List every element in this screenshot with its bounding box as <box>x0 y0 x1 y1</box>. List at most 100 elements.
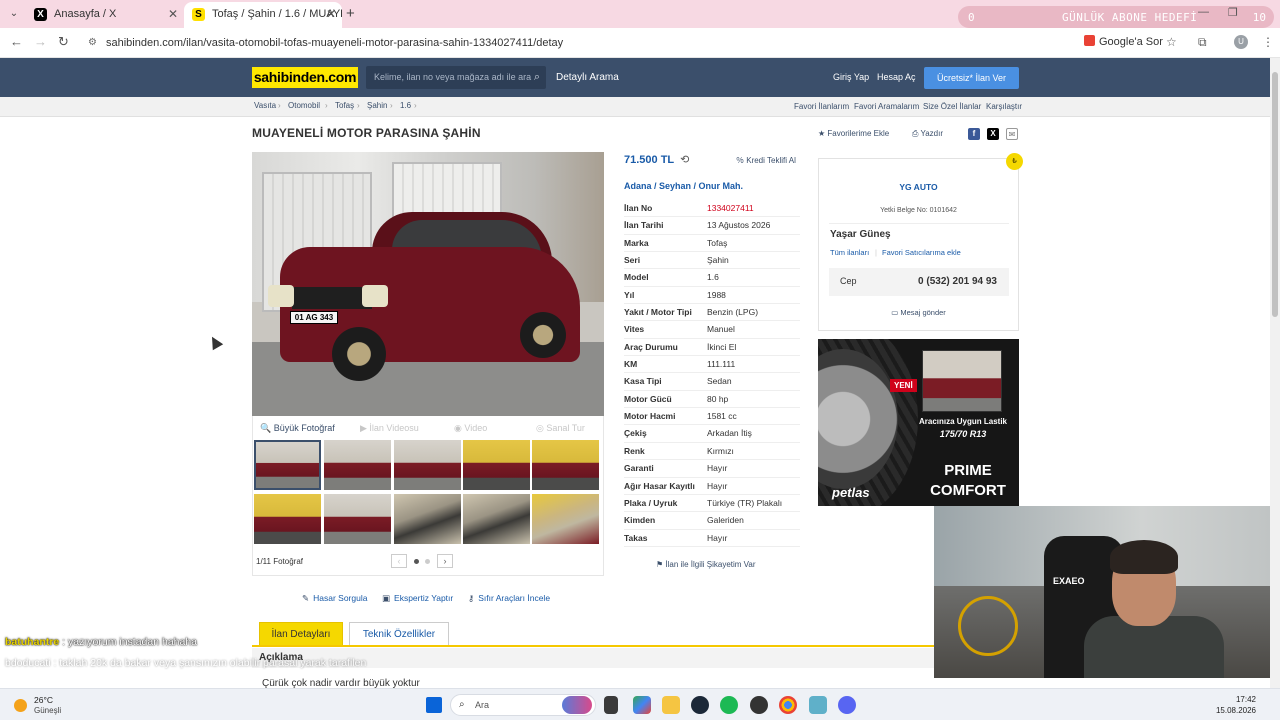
tab-sahibinden-listing[interactable]: S Tofaş / Şahin / 1.6 / MUAYENEL ✕ <box>184 2 342 28</box>
seller-name: Yaşar Güneş <box>830 229 891 240</box>
damage-check-link[interactable]: ✎ Hasar Sorgula <box>302 593 367 604</box>
close-tab-icon[interactable]: ✕ <box>326 2 336 26</box>
extensions-icon[interactable]: ⧉ <box>1198 35 1207 50</box>
tab-technical-specs[interactable]: Teknik Özellikler <box>349 622 449 646</box>
task-view-icon[interactable] <box>604 696 618 714</box>
tab-search-chevron-icon[interactable]: ⌄ <box>6 6 22 22</box>
favorite-searches-link[interactable]: Favori Aramalarım <box>854 102 919 111</box>
reload-icon[interactable]: ↻ <box>58 34 69 50</box>
site-logo[interactable]: sahibinden.com <box>252 67 358 88</box>
thumbnail[interactable] <box>463 440 530 490</box>
search-placeholder: Kelime, ilan no veya mağaza adı ile ara <box>374 72 532 82</box>
windows-start-icon[interactable] <box>426 697 442 713</box>
special-listings-link[interactable]: Size Özel İlanlar <box>923 102 981 111</box>
expertise-link[interactable]: ▣ Ekspertiz Yaptır <box>382 593 453 604</box>
spotify-icon[interactable] <box>720 696 738 714</box>
detail-value: Türkiye (TR) Plakalı <box>707 497 783 508</box>
url-field[interactable]: ⚙ sahibinden.com/ilan/vasita-otomobil-to… <box>80 32 1080 54</box>
add-to-favorites-link[interactable]: ★ Favorilerime Ekle <box>818 129 889 138</box>
back-arrow-icon[interactable]: ← <box>10 34 23 49</box>
thumbnail[interactable] <box>532 494 599 544</box>
detail-label: Yakıt / Motor Tipi <box>624 307 692 318</box>
pager-dot[interactable] <box>425 559 430 564</box>
new-tab-button[interactable]: + <box>346 5 355 22</box>
main-photo[interactable]: 01 AG 343 <box>252 152 604 416</box>
tab-listing-details[interactable]: İlan Detayları <box>259 622 343 646</box>
all-listings-link[interactable]: Tüm ilanları <box>830 248 869 257</box>
app-icon[interactable] <box>809 696 827 714</box>
widgets-icon[interactable] <box>633 696 651 714</box>
price-history-icon[interactable]: ⟲ <box>680 154 689 166</box>
scrollbar-thumb[interactable] <box>1272 72 1278 317</box>
thumbnail[interactable] <box>463 494 530 544</box>
thumbnail[interactable] <box>324 494 391 544</box>
compare-link[interactable]: Karşılaştır <box>986 102 1022 111</box>
breadcrumb-item[interactable]: Tofaş <box>335 101 354 110</box>
file-explorer-icon[interactable] <box>662 696 680 714</box>
register-link[interactable]: Hesap Aç <box>877 72 916 82</box>
detail-value: Hayır <box>707 480 728 491</box>
new-cars-link[interactable]: ⚷ Sıfır Araçları İncele <box>468 593 550 604</box>
login-link[interactable]: Giriş Yap <box>833 72 869 82</box>
send-message-link[interactable]: ▭ Mesaj gönder <box>819 308 1018 317</box>
detail-row: İlan Tarihi 13 Ağustos 2026 <box>624 217 800 235</box>
report-complaint-link[interactable]: ⚑ İlan ile İlgili Şikayetim Var <box>656 560 756 569</box>
facebook-share-icon[interactable]: f <box>968 128 980 140</box>
search-icon[interactable]: ⌕ <box>534 66 540 89</box>
store-name-link[interactable]: YG AUTO <box>819 182 1018 192</box>
thumbnail[interactable] <box>324 440 391 490</box>
copilot-icon[interactable] <box>562 696 592 714</box>
phone-number[interactable]: 0 (532) 201 94 93 <box>918 276 997 287</box>
favorite-listings-link[interactable]: Favori İlanlarım <box>794 102 849 111</box>
detail-value: Sedan <box>707 376 732 387</box>
thumbnail[interactable] <box>254 440 321 490</box>
next-photos-button[interactable]: › <box>437 554 453 568</box>
close-tab-icon[interactable]: ✕ <box>168 2 178 26</box>
favorite-seller-link[interactable]: Favori Satıcılarıma ekle <box>882 248 961 257</box>
site-search-input[interactable]: Kelime, ilan no veya mağaza adı ile ara … <box>366 66 546 89</box>
pager-dot[interactable] <box>414 559 419 564</box>
page-scrollbar[interactable] <box>1270 58 1280 688</box>
x-share-icon[interactable]: X <box>987 128 999 140</box>
detail-row: İlan No 1334027411 <box>624 200 800 218</box>
detail-row: Seri Şahin <box>624 252 800 270</box>
detail-label: Çekiş <box>624 428 647 439</box>
breadcrumb-item[interactable]: Vasıta <box>254 101 276 110</box>
profile-avatar[interactable]: U <box>1234 35 1248 49</box>
location-link[interactable]: Adana / Seyhan / Onur Mah. <box>624 181 743 191</box>
post-ad-button[interactable]: Ücretsiz* İlan Ver <box>924 67 1019 89</box>
goal-current: 0 <box>968 11 975 24</box>
detail-value: Manuel <box>707 324 735 335</box>
site-info-icon[interactable]: ⚙ <box>88 32 97 54</box>
obs-icon[interactable] <box>750 696 768 714</box>
detailed-search-link[interactable]: Detaylı Arama <box>556 72 619 83</box>
thumbnail[interactable] <box>394 494 461 544</box>
credit-offer-link[interactable]: ％ Kredi Teklifi Al <box>736 155 796 166</box>
print-link[interactable]: ⎙ Yazdır <box>912 129 943 139</box>
detail-label: Vites <box>624 324 645 335</box>
breadcrumb-item[interactable]: Otomobil <box>288 101 320 110</box>
tire-ad-banner[interactable]: YENİ Aracınıza Uygun Lastik 175/70 R13 P… <box>818 339 1019 506</box>
thumbnail[interactable] <box>254 494 321 544</box>
add-to-favorites-label: Favorilerime Ekle <box>827 129 890 138</box>
breadcrumb-item[interactable]: Şahin <box>367 101 387 110</box>
forward-arrow-icon[interactable]: → <box>34 34 47 49</box>
google-lens-button[interactable]: Google'a Sor <box>1084 35 1163 48</box>
system-clock[interactable]: 17:42 15.08.2026 <box>1216 694 1256 716</box>
thumbnail[interactable] <box>532 440 599 490</box>
tab-x-home[interactable]: X Anasayfa / X ✕ <box>26 2 184 28</box>
thumbnail[interactable] <box>394 440 461 490</box>
discord-icon[interactable] <box>838 696 856 714</box>
email-share-icon[interactable]: ✉ <box>1006 128 1018 140</box>
maximize-icon[interactable]: ❐ <box>1228 6 1238 19</box>
chrome-icon[interactable] <box>779 696 797 714</box>
prev-photos-button[interactable]: ‹ <box>391 554 407 568</box>
detail-label: Renk <box>624 445 645 456</box>
breadcrumb-item[interactable]: 1.6 <box>400 101 411 110</box>
steam-icon[interactable] <box>691 696 709 714</box>
minimize-icon[interactable]: — <box>1198 6 1209 18</box>
detail-row: Yakıt / Motor Tipi Benzin (LPG) <box>624 304 800 322</box>
bookmark-star-icon[interactable]: ☆ <box>1166 35 1177 49</box>
menu-kebab-icon[interactable]: ⋮ <box>1262 35 1274 49</box>
ad-car-image <box>922 350 1002 412</box>
